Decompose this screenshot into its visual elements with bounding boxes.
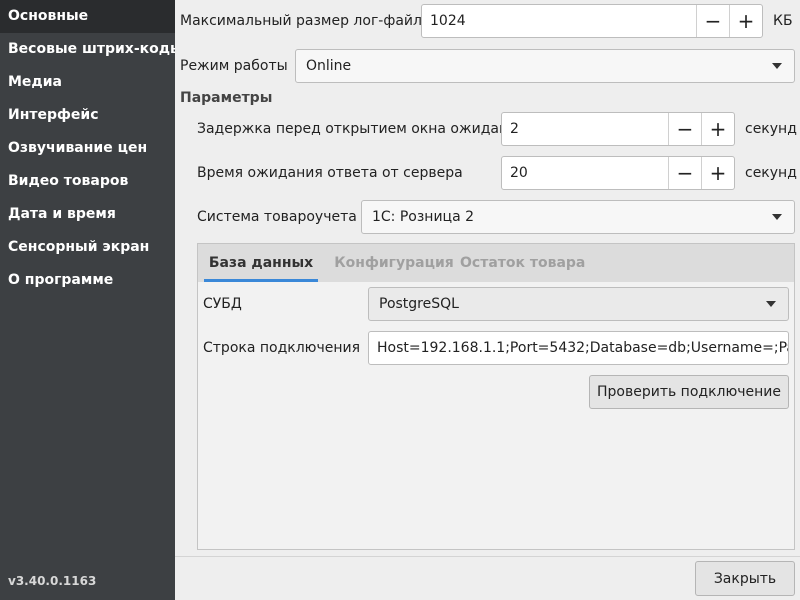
connection-string-label: Строка подключения (203, 340, 361, 356)
server-timeout-increment-button[interactable]: + (701, 157, 734, 189)
tab-database-label: База данных (208, 255, 314, 271)
dbms-label: СУБД (203, 296, 242, 312)
wait-delay-unit: секунд (745, 121, 797, 137)
sidebar-item-date-time[interactable]: Дата и время (0, 198, 175, 231)
sidebar-item-media[interactable]: Медиа (0, 66, 175, 99)
server-timeout-unit: секунд (745, 165, 797, 181)
sidebar-item-price-voice[interactable]: Озвучивание цен (0, 132, 175, 165)
wait-delay-input[interactable]: 2 (502, 121, 668, 137)
sidebar: Основные Весовые штрих-коды Медиа Интерф… (0, 0, 175, 600)
server-timeout-input[interactable]: 20 (502, 165, 668, 181)
accounting-system-value: 1С: Розница 2 (372, 209, 475, 225)
log-size-decrement-button[interactable]: − (696, 5, 729, 37)
sidebar-item-about[interactable]: О программе (0, 264, 175, 297)
sidebar-item-basic[interactable]: Основные (0, 0, 175, 33)
sidebar-item-touchscreen[interactable]: Сенсорный экран (0, 231, 175, 264)
chevron-down-icon (772, 63, 782, 69)
wait-delay-label: Задержка перед открытием окна ожидания (197, 121, 526, 137)
main-panel: Максимальный размер лог-файла 1024 − + К… (175, 0, 800, 600)
sidebar-item-weight-barcodes[interactable]: Весовые штрих-коды (0, 33, 175, 66)
chevron-down-icon (772, 214, 782, 220)
tab-bar: База данных Конфигурация Остаток товара (198, 244, 794, 282)
tab-database[interactable]: База данных (204, 244, 318, 282)
accounting-system-label: Система товароучета (197, 209, 357, 225)
log-size-increment-button[interactable]: + (729, 5, 762, 37)
wait-delay-decrement-button[interactable]: − (668, 113, 701, 145)
server-timeout-label: Время ожидания ответа от сервера (197, 165, 463, 181)
chevron-down-icon (766, 301, 776, 307)
dbms-select[interactable]: PostgreSQL (368, 287, 789, 321)
log-size-label: Максимальный размер лог-файла (180, 13, 431, 29)
sidebar-item-product-video[interactable]: Видео товаров (0, 165, 175, 198)
wait-delay-increment-button[interactable]: + (701, 113, 734, 145)
dbms-value: PostgreSQL (379, 296, 459, 312)
close-button[interactable]: Закрыть (695, 561, 795, 596)
log-size-input[interactable]: 1024 (422, 13, 696, 29)
connection-string-input[interactable]: Host=192.168.1.1;Port=5432;Database=db;U… (369, 340, 788, 356)
accounting-system-select[interactable]: 1С: Розница 2 (361, 200, 795, 234)
settings-tab-panel: База данных Конфигурация Остаток товара … (197, 243, 795, 550)
connection-string-field[interactable]: Host=192.168.1.1;Port=5432;Database=db;U… (368, 331, 789, 365)
mode-value: Online (306, 58, 352, 74)
log-size-spinbox: 1024 − + (421, 4, 763, 38)
wait-delay-spinbox: 2 − + (501, 112, 735, 146)
tab-product-stock[interactable]: Остаток товара (460, 244, 585, 282)
server-timeout-decrement-button[interactable]: − (668, 157, 701, 189)
tab-active-indicator (204, 279, 318, 282)
log-size-unit: КБ (773, 13, 793, 29)
sidebar-item-interface[interactable]: Интерфейс (0, 99, 175, 132)
footer-divider (175, 556, 800, 557)
mode-label: Режим работы (180, 58, 288, 74)
mode-select[interactable]: Online (295, 49, 795, 83)
check-connection-button[interactable]: Проверить подключение (589, 375, 789, 409)
server-timeout-spinbox: 20 − + (501, 156, 735, 190)
parameters-heading: Параметры (180, 90, 273, 106)
tab-configuration[interactable]: Конфигурация (330, 244, 458, 282)
version-label: v3.40.0.1163 (8, 574, 97, 588)
